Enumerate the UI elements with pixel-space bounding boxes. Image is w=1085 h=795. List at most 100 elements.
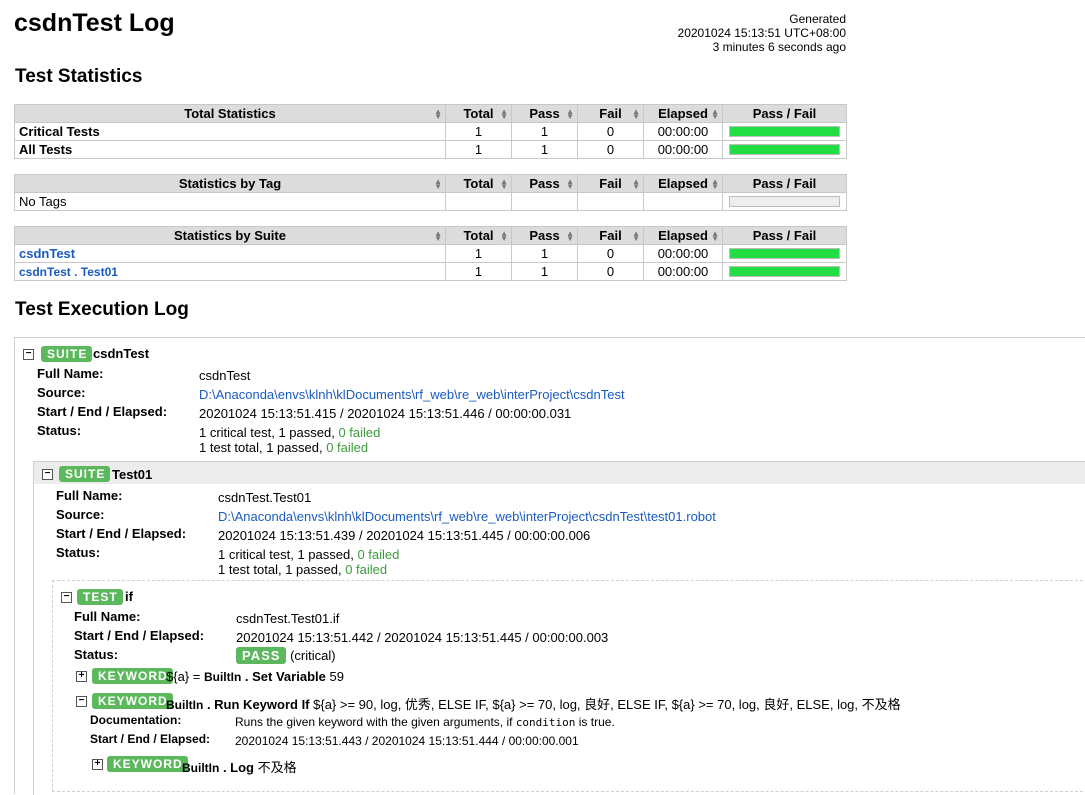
sort-arrows-icon: ▲ ▼ [632,177,640,191]
suite-box-test01: − SUITE Test01 Full Name: csdnTest.Test0… [33,461,1085,795]
sort-arrows-icon: ▲ ▼ [711,229,719,243]
source-label: Source: [56,507,105,522]
suite-header-bar [34,462,1085,484]
pass-fail-bar [729,266,840,277]
collapse-toggle-icon[interactable]: − [23,349,34,360]
collapse-toggle-icon[interactable]: − [76,696,87,707]
tag-statistics-table: Statistics by Tag ▲ ▼ Total ▲ ▼ Pass ▲ ▼ Fail ▲… [14,174,847,211]
column-header-total[interactable]: Total ▲ ▼ [445,104,512,123]
pass-fail-cell [722,244,847,263]
suite-name[interactable]: Test01 [112,467,152,482]
sort-arrows-icon: ▲ ▼ [500,177,508,191]
stat-total: 1 [445,122,512,141]
column-header-name[interactable]: Statistics by Tag ▲ ▼ [14,174,446,193]
stat-name: Critical Tests [14,122,446,141]
full-name-value: csdnTest.Test01 [218,490,312,505]
sort-arrows-icon: ▲ ▼ [632,107,640,121]
stat-pass: 1 [511,244,578,263]
expand-toggle-icon[interactable]: + [76,671,87,682]
status-value: PASS (critical) [236,647,336,664]
stat-pass: 1 [511,262,578,281]
column-header-elapsed[interactable]: Elapsed ▲ ▼ [643,174,723,193]
suite-link-csdntest[interactable]: csdnTest [14,244,446,263]
times-value: 20201024 15:13:51.442 / 20201024 15:13:5… [236,630,609,645]
generated-label: Generated [789,12,846,26]
stat-fail: 0 [577,140,644,159]
keyword-name[interactable]: ${a} = BuiltIn . Set Variable 59 [166,669,344,684]
sort-arrows-icon: ▲ ▼ [566,229,574,243]
column-header-name[interactable]: Total Statistics ▲ ▼ [14,104,446,123]
sort-arrows-icon: ▲ ▼ [632,229,640,243]
documentation-value: Runs the given keyword with the given ar… [235,715,615,729]
collapse-toggle-icon[interactable]: − [42,469,53,480]
suite-name[interactable]: csdnTest [93,346,149,361]
table-row: All Tests 1 1 0 00:00:00 [14,140,847,159]
status-label: Status: [74,647,119,662]
column-header-name[interactable]: Statistics by Suite ▲ ▼ [14,226,446,245]
generated-ago: 3 minutes 6 seconds ago [712,40,846,54]
column-header-pass[interactable]: Pass ▲ ▼ [511,104,578,123]
column-header-pass[interactable]: Pass ▲ ▼ [511,174,578,193]
table-row: Critical Tests 1 1 0 00:00:00 [14,122,847,141]
suite-badge: SUITE [41,346,93,362]
stat-total [445,192,512,211]
column-header-fail[interactable]: Fail ▲ ▼ [577,104,644,123]
stat-total: 1 [445,244,512,263]
pass-fail-cell [722,140,847,159]
sort-arrows-icon: ▲ ▼ [434,107,442,121]
status-line-2: 1 test total, 1 passed, 0 failed [218,562,388,577]
stat-name: All Tests [14,140,446,159]
times-value: 20201024 15:13:51.439 / 20201024 15:13:5… [218,528,591,543]
test-name[interactable]: if [125,589,133,604]
column-header-elapsed[interactable]: Elapsed ▲ ▼ [643,226,723,245]
table-header-row: Statistics by Tag ▲ ▼ Total ▲ ▼ Pass ▲ ▼ Fail ▲… [14,174,847,193]
stat-total: 1 [445,140,512,159]
times-label: Start / End / Elapsed: [56,526,187,541]
sort-arrows-icon: ▲ ▼ [434,229,442,243]
times-value: 20201024 15:13:51.415 / 20201024 15:13:5… [199,406,572,421]
keyword-badge: KEYWORD [92,693,173,709]
column-header-total[interactable]: Total ▲ ▼ [445,226,512,245]
column-header-pass[interactable]: Pass ▲ ▼ [511,226,578,245]
source-link[interactable]: D:\Anaconda\envs\klnh\klDocuments\rf_web… [218,509,716,524]
times-value: 20201024 15:13:51.443 / 20201024 15:13:5… [235,734,579,748]
keyword-badge: KEYWORD [92,668,173,684]
stat-elapsed [643,192,723,211]
empty-bar [729,196,840,207]
column-header-elapsed[interactable]: Elapsed ▲ ▼ [643,104,723,123]
table-row: No Tags [14,192,847,211]
suite-link-test01[interactable]: csdnTest . Test01 [14,262,446,281]
pass-fail-bar [729,126,840,137]
expand-toggle-icon[interactable]: + [92,759,103,770]
stat-fail [577,192,644,211]
generated-timestamp: 20201024 15:13:51 UTC+08:00 [677,26,846,40]
test-badge: TEST [77,589,123,605]
keyword-badge: KEYWORD [107,756,188,772]
page-title: csdnTest Log [14,9,175,37]
status-line-1: 1 critical test, 1 passed, 0 failed [199,425,381,440]
status-label: Status: [56,545,101,560]
times-label: Start / End / Elapsed: [90,732,211,746]
column-header-pass-fail: Pass / Fail [722,174,847,193]
documentation-label: Documentation: [90,713,182,727]
sort-arrows-icon: ▲ ▼ [566,177,574,191]
stat-elapsed: 00:00:00 [643,122,723,141]
table-row: csdnTest 1 1 0 00:00:00 [14,244,847,263]
column-header-pass-fail: Pass / Fail [722,104,847,123]
sort-arrows-icon: ▲ ▼ [500,107,508,121]
generated-info: Generated 20201024 15:13:51 UTC+08:00 3 … [678,12,846,54]
source-link[interactable]: D:\Anaconda\envs\klnh\klDocuments\rf_web… [199,387,625,402]
column-header-fail[interactable]: Fail ▲ ▼ [577,174,644,193]
suite-statistics-table: Statistics by Suite ▲ ▼ Total ▲ ▼ Pass ▲ ▼ Fai… [14,226,847,281]
sort-arrows-icon: ▲ ▼ [711,107,719,121]
stat-pass [511,192,578,211]
sort-arrows-icon: ▲ ▼ [711,177,719,191]
keyword-name[interactable]: BuiltIn . Log 不及格 [182,757,297,776]
full-name-label: Full Name: [56,488,123,503]
column-header-total[interactable]: Total ▲ ▼ [445,174,512,193]
collapse-toggle-icon[interactable]: − [61,592,72,603]
keyword-name[interactable]: BuiltIn . Run Keyword If ${a} >= 90, log… [166,694,901,713]
stat-name: No Tags [14,192,446,211]
stat-total: 1 [445,262,512,281]
column-header-fail[interactable]: Fail ▲ ▼ [577,226,644,245]
